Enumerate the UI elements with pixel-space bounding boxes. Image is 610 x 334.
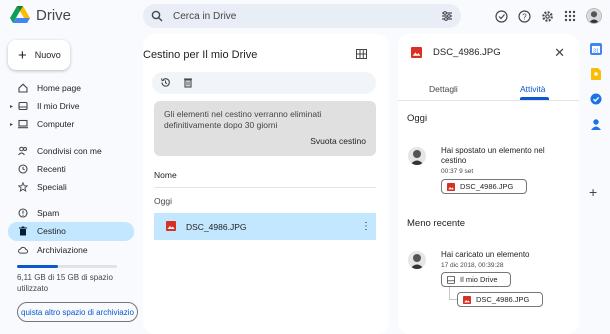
storage-progress-fill <box>17 265 58 268</box>
avatar <box>408 147 426 165</box>
expand-arrow-icon[interactable]: ▸ <box>10 121 13 128</box>
spam-icon <box>18 208 28 218</box>
file-row[interactable]: DSC_4986.JPG ⋮ <box>154 213 376 240</box>
sidebar-item-label: Il mio Drive <box>37 101 80 112</box>
sidebar-item-spam[interactable]: Spam <box>8 204 134 222</box>
sidebar-item-computer[interactable]: ▸ Computer <box>8 115 134 133</box>
trash-notice-text: Gli elementi nel cestino verranno elimin… <box>164 109 322 130</box>
cloud-icon <box>18 245 28 255</box>
sidebar-item-label: Computer <box>37 119 75 130</box>
sidebar-item-label: Spam <box>37 208 60 219</box>
add-addon-icon[interactable]: + <box>589 184 597 200</box>
activity-text: Hai spostato un elemento nel cestino <box>441 146 545 165</box>
activity-text: Hai caricato un elemento <box>441 250 530 259</box>
people-icon <box>18 146 28 156</box>
new-button-label: Nuovo <box>34 50 61 60</box>
chip-label: DSC_4986.JPG <box>476 295 530 304</box>
details-file-title: DSC_4986.JPG <box>433 47 501 58</box>
selection-toolbar <box>152 72 376 94</box>
keep-icon[interactable] <box>589 67 603 81</box>
empty-trash-button[interactable]: Svuota cestino <box>310 136 366 146</box>
computer-icon <box>18 119 28 129</box>
column-header-name[interactable]: Nome <box>154 170 177 180</box>
tab-divider <box>398 100 579 101</box>
details-panel: DSC_4986.JPG ✕ Dettagli Attività Oggi Ha… <box>398 34 579 334</box>
image-file-icon <box>411 47 422 60</box>
expand-arrow-icon[interactable]: ▸ <box>10 103 13 110</box>
sidebar-item-my-drive[interactable]: ▸ Il mio Drive <box>8 97 134 115</box>
restore-icon[interactable] <box>160 77 171 90</box>
sidebar-item-label: Recenti <box>37 163 66 174</box>
apps-grid-icon[interactable] <box>563 9 577 23</box>
activity-file-chip[interactable]: DSC_4986.JPG <box>441 179 527 194</box>
file-name: DSC_4986.JPG <box>186 221 247 232</box>
drive-icon <box>18 101 28 111</box>
trash-icon <box>18 226 28 236</box>
activity-section-today: Oggi <box>407 113 428 124</box>
search-icon[interactable] <box>151 10 163 22</box>
sidebar-item-label: Cestino <box>37 226 66 237</box>
storage-usage-text: 6,11 GB di 15 GB di spazio utilizzato <box>17 273 113 293</box>
app-name: Drive <box>36 6 72 24</box>
settings-gear-icon[interactable] <box>540 9 554 23</box>
activity-section-older: Meno recente <box>407 218 466 229</box>
clock-icon <box>18 164 28 174</box>
close-icon[interactable]: ✕ <box>554 45 565 61</box>
get-more-storage-button[interactable]: quista altro spazio di archiviazio <box>17 302 138 322</box>
activity-time: 17 dic 2018, 00:39:28 <box>441 262 504 269</box>
home-icon <box>18 83 28 93</box>
image-file-icon <box>166 220 176 233</box>
chip-label: DSC_4986.JPG <box>460 182 514 191</box>
account-avatar[interactable] <box>586 8 602 24</box>
drive-logo[interactable]: Drive <box>10 6 71 24</box>
storage-progress-bar <box>17 265 117 268</box>
more-actions-icon[interactable]: ⋮ <box>356 221 376 232</box>
tab-activity[interactable]: Attività <box>520 84 546 94</box>
filter-icon[interactable] <box>441 10 453 22</box>
image-file-icon <box>463 295 471 304</box>
help-icon[interactable]: ? <box>517 9 531 23</box>
drive-logo-icon <box>10 6 30 23</box>
sidebar-item-storage[interactable]: Archiviazione <box>8 241 134 259</box>
svg-text:31: 31 <box>593 48 599 54</box>
tree-connector <box>449 287 450 299</box>
svg-text:?: ? <box>522 12 527 21</box>
sidebar-item-home[interactable]: Home page <box>8 79 134 97</box>
tasks-icon[interactable] <box>589 92 603 106</box>
sidebar-nav: Home page ▸ Il mio Drive ▸ Computer Cond… <box>8 79 134 259</box>
trash-notice-banner: Gli elementi nel cestino verranno elimin… <box>154 101 376 156</box>
new-button[interactable]: + Nuovo <box>8 40 70 70</box>
contacts-icon[interactable] <box>589 117 603 131</box>
side-apps-rail: 31 <box>586 42 606 131</box>
search-input[interactable]: Cerca in Drive <box>173 11 441 22</box>
star-icon <box>18 182 28 193</box>
section-today-label: Oggi <box>154 196 172 206</box>
sidebar-item-starred[interactable]: Speciali <box>8 178 134 196</box>
activity-file-chip[interactable]: DSC_4986.JPG <box>457 292 543 307</box>
activity-folder-chip[interactable]: Il mio Drive <box>441 272 511 287</box>
search-bar[interactable]: Cerca in Drive <box>143 4 461 28</box>
activity-time: 00:37 9 set <box>441 168 474 175</box>
sidebar-item-recent[interactable]: Recenti <box>8 160 134 178</box>
chip-label: Il mio Drive <box>460 275 498 284</box>
grid-view-icon[interactable] <box>356 49 367 61</box>
calendar-icon[interactable]: 31 <box>589 42 603 56</box>
sidebar-item-label: Home page <box>37 83 81 94</box>
tree-connector <box>449 299 457 300</box>
main-panel: Cestino per Il mio Drive Gli elementi ne… <box>143 34 389 334</box>
delete-forever-icon[interactable] <box>183 77 193 90</box>
plus-icon: + <box>18 46 27 64</box>
drive-icon <box>447 275 455 284</box>
sidebar-item-shared[interactable]: Condivisi con me <box>8 142 134 160</box>
sidebar-item-label: Speciali <box>37 182 67 193</box>
page-title: Cestino per Il mio Drive <box>143 49 258 61</box>
sidebar-item-trash[interactable]: Cestino <box>8 222 134 241</box>
sidebar-item-label: Archiviazione <box>37 244 88 255</box>
offline-status-icon[interactable] <box>494 9 508 23</box>
avatar <box>408 251 426 269</box>
divider <box>154 187 376 188</box>
tab-details[interactable]: Dettagli <box>429 84 458 94</box>
image-file-icon <box>447 182 455 191</box>
sidebar-item-label: Condivisi con me <box>37 145 102 156</box>
